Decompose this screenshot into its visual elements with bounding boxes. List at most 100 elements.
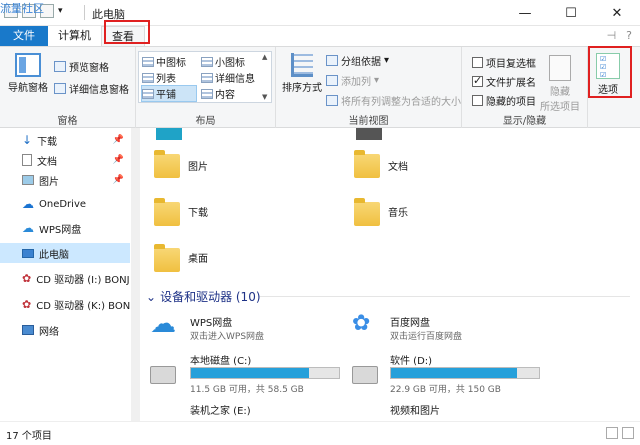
device-name-e[interactable]: 装机之家 (E:) xyxy=(190,402,251,417)
device-name-media[interactable]: 视频和图片 xyxy=(390,402,440,417)
local-disk-c-icon[interactable] xyxy=(150,366,176,384)
sidebar-item-documents[interactable]: 文档 📌 xyxy=(0,150,130,170)
sidebar-item-downloads[interactable]: ↓ 下载 📌 xyxy=(0,130,130,150)
layout-gallery: 中图标 小图标 列表 详细信息 平铺 内容 ▲ ▼ xyxy=(138,51,272,103)
watermark-text: 流量社区 xyxy=(0,2,44,15)
size-columns-label: 将所有列调整为合适的大小 xyxy=(341,97,461,108)
pin-icon[interactable]: 📌 xyxy=(113,155,124,165)
cd-drive-icon: ✿ xyxy=(22,271,32,285)
file-extensions-toggle[interactable]: 文件扩展名 xyxy=(472,74,536,89)
downloads-folder-icon[interactable] xyxy=(154,198,180,226)
navigation-scrollbar[interactable] xyxy=(131,128,140,421)
documents-folder-icon[interactable] xyxy=(354,150,380,178)
highlight-options-button xyxy=(588,46,632,98)
sidebar-item-label: CD 驱动器 (I:) BONJ xyxy=(36,274,130,286)
layout-details[interactable]: 详细信息 xyxy=(201,70,255,85)
minimize-button[interactable]: — xyxy=(502,0,548,26)
folder-label-documents[interactable]: 文档 xyxy=(388,158,408,173)
hide-selected-button[interactable]: 隐藏 所选项目 xyxy=(540,55,580,113)
sort-by-label: 排序方式 xyxy=(282,83,322,94)
chevron-down-icon[interactable]: ⌄ xyxy=(146,290,156,304)
help-icon[interactable]: ? xyxy=(626,29,632,42)
sidebar-item-label: CD 驱动器 (K:) BON xyxy=(36,300,130,312)
sidebar-item-onedrive[interactable]: ☁ OneDrive xyxy=(0,194,130,214)
music-folder-icon[interactable] xyxy=(354,198,380,226)
pin-icon[interactable]: 📌 xyxy=(113,135,124,145)
close-button[interactable]: ✕ xyxy=(594,0,640,26)
sidebar-item-pictures[interactable]: 图片 📌 xyxy=(0,170,130,190)
item-count: 17 个项目 xyxy=(6,431,52,442)
preview-pane-button[interactable]: 预览窗格 xyxy=(54,59,109,74)
details-view-icon[interactable] xyxy=(606,427,618,439)
hidden-items-checkbox[interactable] xyxy=(472,95,483,106)
group-label-current-view: 当前视图 xyxy=(348,116,389,127)
nav-pane-label: 导航窗格 xyxy=(8,83,48,94)
item-checkboxes-label: 项目复选框 xyxy=(486,59,536,70)
details-pane-button[interactable]: 详细信息窗格 xyxy=(54,81,129,96)
hidden-items-label: 隐藏的项目 xyxy=(486,97,536,108)
disk-d-icon[interactable] xyxy=(352,366,378,384)
folder-label-downloads[interactable]: 下载 xyxy=(188,204,208,219)
cloud-icon: ☁ xyxy=(22,197,34,211)
preview-pane-label: 预览窗格 xyxy=(69,63,109,74)
scroll-up-icon[interactable]: ▲ xyxy=(262,53,270,61)
title-separator xyxy=(84,5,85,20)
sidebar-item-cd-k[interactable]: ✿ CD 驱动器 (K:) BON xyxy=(0,294,130,314)
drive-usage-bar-d xyxy=(390,367,540,379)
drive-usage-fill-c xyxy=(191,368,310,378)
folder-label-desktop[interactable]: 桌面 xyxy=(188,250,208,265)
size-columns-icon xyxy=(326,95,338,106)
sidebar-item-this-pc[interactable]: 此电脑 xyxy=(0,243,130,263)
sidebar-item-wps-drive[interactable]: ☁ WPS网盘 xyxy=(0,218,130,238)
device-name-wps[interactable]: WPS网盘 xyxy=(190,314,232,329)
layout-small-icons-label: 小图标 xyxy=(215,58,245,69)
tiles-icon xyxy=(142,88,154,99)
layout-small-icons[interactable]: 小图标 xyxy=(201,54,245,69)
pin-icon[interactable]: 📌 xyxy=(113,175,124,185)
device-name-c[interactable]: 本地磁盘 (C:) xyxy=(190,352,251,367)
desktop-folder-icon[interactable] xyxy=(154,244,180,272)
file-extensions-checkbox[interactable] xyxy=(472,74,483,87)
pictures-folder-icon[interactable] xyxy=(154,150,180,178)
add-column-dropdown-icon: ▾ xyxy=(374,75,380,86)
layout-content[interactable]: 内容 xyxy=(201,86,235,101)
sidebar-item-cd-i[interactable]: ✿ CD 驱动器 (I:) BONJ xyxy=(0,268,130,288)
item-checkboxes-checkbox[interactable] xyxy=(472,57,483,68)
large-icons-view-icon[interactable] xyxy=(622,427,634,439)
layout-details-label: 详细信息 xyxy=(215,74,255,85)
baidu-cloud-icon[interactable]: ✿ xyxy=(352,313,380,335)
group-by-button[interactable]: 分组依据 ▾ xyxy=(326,53,389,68)
picture-icon xyxy=(22,175,34,185)
maximize-button[interactable]: ☐ xyxy=(548,0,594,26)
content-area: 图片 文档 下载 音乐 桌面 ⌄ 设备和驱动器 (10) ☁ WPS网盘 双击进… xyxy=(140,128,640,421)
sidebar-item-label: WPS网盘 xyxy=(39,224,82,236)
layout-medium-icons[interactable]: 中图标 xyxy=(142,54,186,69)
group-panes: 导航窗格 预览窗格 详细信息窗格 窗格 xyxy=(0,47,136,129)
highlight-view-tab xyxy=(104,20,150,44)
nav-pane-button[interactable]: 导航窗格 xyxy=(8,53,48,94)
sidebar-item-network[interactable]: 网络 xyxy=(0,320,130,340)
add-column-button[interactable]: 添加列 ▾ xyxy=(326,73,379,88)
folder-label-pictures[interactable]: 图片 xyxy=(188,158,208,173)
item-checkboxes-toggle[interactable]: 项目复选框 xyxy=(472,55,536,70)
hidden-items-toggle[interactable]: 隐藏的项目 xyxy=(472,93,536,108)
scroll-down-icon[interactable]: ▼ xyxy=(262,93,270,101)
size-columns-button[interactable]: 将所有列调整为合适的大小 xyxy=(326,93,461,108)
pin-ribbon-icon[interactable]: ⊣ xyxy=(607,29,617,42)
quick-access-dropdown-icon[interactable]: ▾ xyxy=(58,6,63,16)
layout-list[interactable]: 列表 xyxy=(142,70,176,85)
folder-label-music[interactable]: 音乐 xyxy=(388,204,408,219)
tab-file[interactable]: 文件 xyxy=(0,26,48,46)
layout-medium-icons-label: 中图标 xyxy=(156,58,186,69)
add-column-icon xyxy=(326,75,338,86)
drive-usage-bar-c xyxy=(190,367,340,379)
layout-scroll[interactable]: ▲ ▼ xyxy=(262,53,270,101)
wps-cloud-icon[interactable]: ☁ xyxy=(150,311,178,337)
sort-by-button[interactable]: 排序方式 xyxy=(282,53,322,94)
layout-tiles[interactable]: 平铺 xyxy=(141,85,197,102)
tab-computer[interactable]: 计算机 xyxy=(48,26,101,46)
device-name-d[interactable]: 软件 (D:) xyxy=(390,352,432,367)
layout-list-label: 列表 xyxy=(156,74,176,85)
devices-section-header[interactable]: ⌄ 设备和驱动器 (10) xyxy=(146,288,261,305)
device-name-baidu[interactable]: 百度网盘 xyxy=(390,314,430,329)
